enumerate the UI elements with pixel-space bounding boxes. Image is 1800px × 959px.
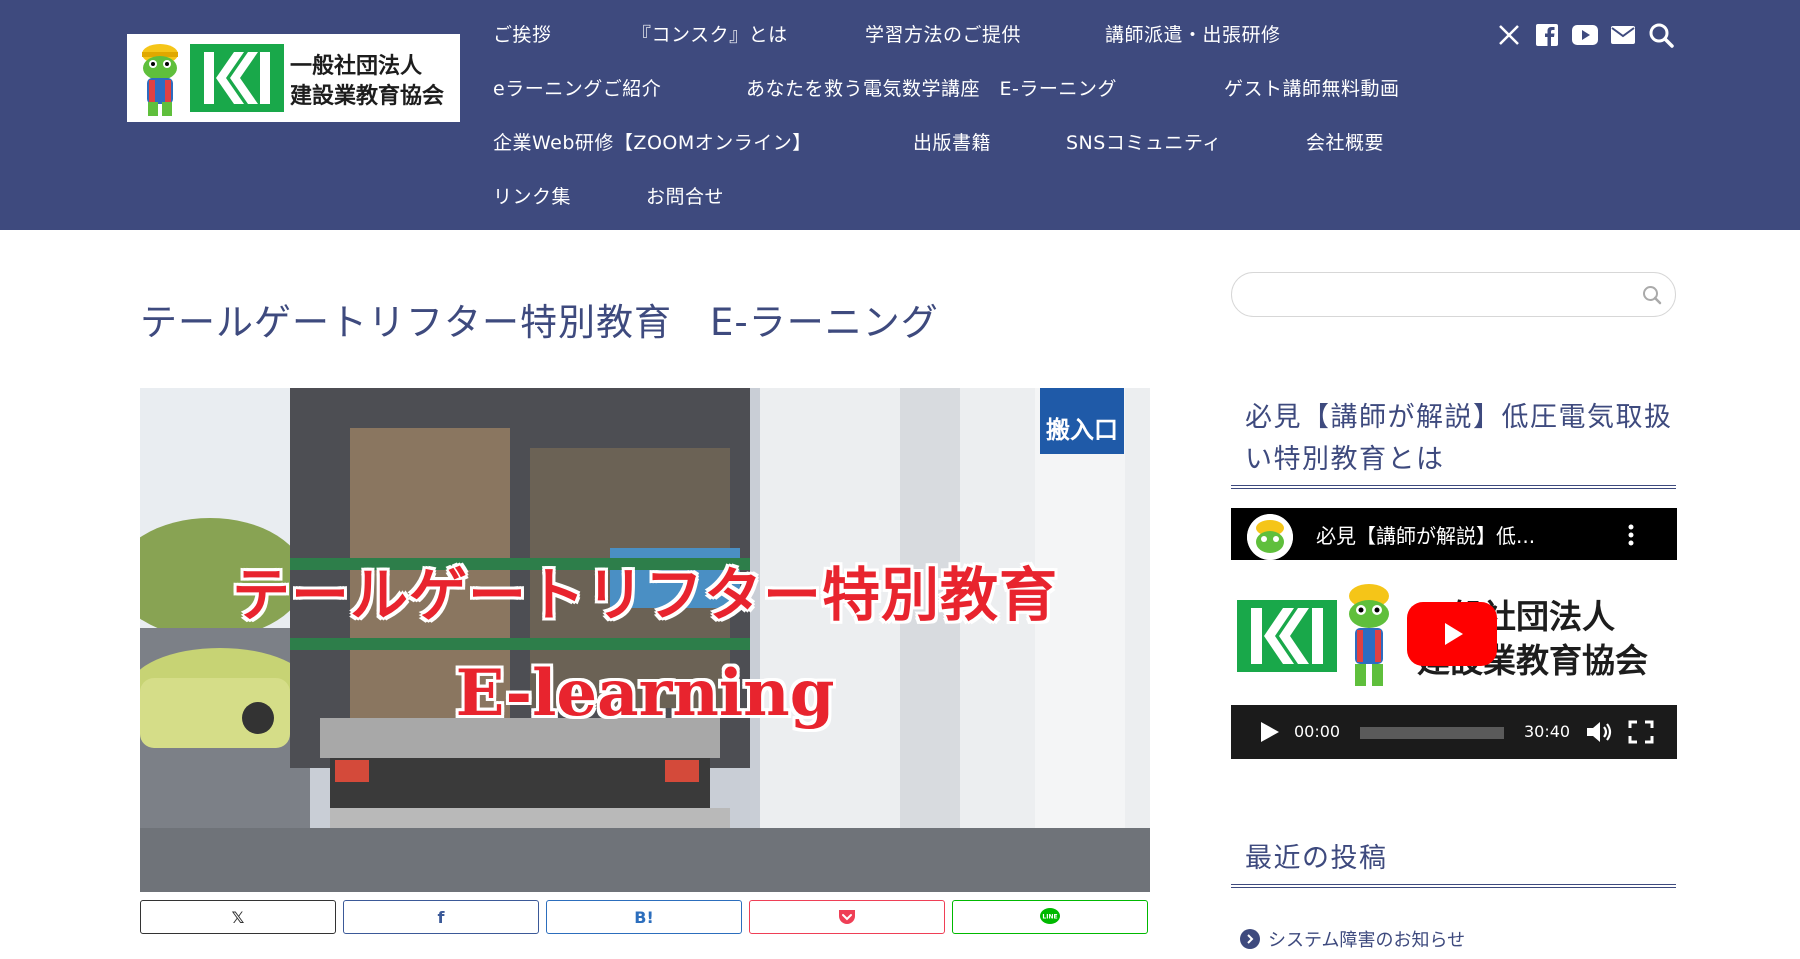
share-hatena-button[interactable]: B! (546, 900, 742, 934)
logo-text-line2: 建設業教育協会 (290, 84, 445, 109)
video-duration: 30:40 (1524, 722, 1571, 741)
nav-item-electric-math[interactable]: あなたを救う電気数学講座 E-ラーニング (746, 74, 1117, 101)
widget-title-recent: 最近の投稿 (1231, 838, 1676, 888)
youtube-icon[interactable] (1570, 20, 1600, 50)
pocket-icon (839, 910, 855, 924)
line-icon: LINE (1040, 908, 1060, 924)
recent-post-link[interactable]: システム障害のお知らせ (1240, 926, 1465, 952)
hero-image: 搬入口 テールゲートリフター特別教育 E-learning (140, 388, 1150, 892)
search-input[interactable] (1252, 281, 1612, 309)
sidebar-search (1231, 272, 1676, 317)
page-title: テールゲートリフター特別教育 E-ラーニング (140, 301, 939, 344)
nav-item-konsuku[interactable]: 『コンスク』とは (632, 20, 788, 47)
more-vert-icon[interactable] (1627, 522, 1635, 548)
nav-item-elearning-intro[interactable]: eラーニングご紹介 (493, 74, 661, 101)
channel-avatar[interactable] (1247, 514, 1293, 560)
youtube-play-button[interactable] (1407, 602, 1497, 666)
share-line-button[interactable]: LINE (952, 900, 1148, 934)
chevron-right-icon (1240, 929, 1260, 949)
search-icon[interactable] (1639, 282, 1665, 308)
x-icon: 𝕏 (231, 907, 245, 927)
play-icon[interactable] (1257, 719, 1281, 745)
frog-mascot-icon (142, 44, 178, 116)
video-embed[interactable]: 一般社団法人 建設業教育協会 必見【講師が解説】低... 00:00 30:40 (1231, 508, 1677, 759)
video-title[interactable]: 必見【講師が解説】低... (1316, 520, 1535, 549)
hatena-bookmark-icon: B! (634, 907, 654, 927)
logo-text-line1: 一般社団法人 (290, 54, 423, 79)
nav-item-greeting[interactable]: ご挨拶 (493, 20, 552, 47)
mail-icon[interactable] (1608, 20, 1638, 50)
nav-item-contact[interactable]: お問合せ (646, 182, 724, 209)
fullscreen-icon[interactable] (1627, 719, 1655, 745)
svg-text:LINE: LINE (1042, 914, 1057, 921)
nav-item-company[interactable]: 会社概要 (1306, 128, 1384, 155)
nav-item-instructor-dispatch[interactable]: 講師派遣・出張研修 (1105, 20, 1281, 47)
kk-logo-icon (1237, 600, 1337, 672)
nav-item-sns[interactable]: SNSコミュニティ (1066, 128, 1222, 155)
hero-title-line1: テールゲートリフター特別教育 (231, 561, 1058, 629)
nav-item-guest-videos[interactable]: ゲスト講師無料動画 (1224, 74, 1400, 101)
widget-title-recent-text: 最近の投稿 (1245, 843, 1388, 874)
nav-item-books[interactable]: 出版書籍 (913, 128, 991, 155)
widget-title-video-text: 必見【講師が解説】低圧電気取扱い特別教育とは (1245, 402, 1673, 475)
site-logo[interactable]: 一般社団法人 建設業教育協会 (127, 34, 460, 122)
nav-item-learning-methods[interactable]: 学習方法のご提供 (865, 20, 1021, 47)
video-current-time: 00:00 (1294, 722, 1341, 741)
share-pocket-button[interactable] (749, 900, 945, 934)
video-header: 必見【講師が解説】低... (1231, 508, 1677, 560)
search-icon[interactable] (1646, 20, 1676, 50)
frog-mascot-icon (1349, 584, 1389, 686)
nav-item-web-training[interactable]: 企業Web研修【ZOOMオンライン】 (493, 128, 812, 155)
hero-sign-text: 搬入口 (1046, 416, 1118, 444)
widget-title-divider (1231, 884, 1676, 888)
play-icon (1445, 623, 1463, 645)
share-facebook-button[interactable]: f (343, 900, 539, 934)
truck-photo-graphic: 搬入口 (140, 388, 1150, 892)
hero-title-line2: E-learning (455, 656, 835, 731)
x-icon[interactable] (1494, 20, 1524, 50)
nav-item-links[interactable]: リンク集 (493, 182, 571, 209)
facebook-icon[interactable] (1532, 20, 1562, 50)
video-controls: 00:00 30:40 (1231, 705, 1677, 759)
kk-logo-icon (190, 44, 284, 112)
widget-title-video: 必見【講師が解説】低圧電気取扱い特別教育とは (1231, 397, 1676, 489)
recent-post-title: システム障害のお知らせ (1268, 930, 1466, 951)
facebook-icon: f (437, 907, 445, 927)
widget-title-divider (1231, 485, 1676, 489)
share-bar: 𝕏 f B! LINE (140, 900, 1150, 934)
share-x-button[interactable]: 𝕏 (140, 900, 336, 934)
video-progress-bar[interactable] (1360, 727, 1504, 739)
volume-icon[interactable] (1585, 719, 1613, 745)
site-header: 一般社団法人 建設業教育協会 ご挨拶 『コンスク』とは 学習方法のご提供 講師派… (0, 0, 1800, 230)
